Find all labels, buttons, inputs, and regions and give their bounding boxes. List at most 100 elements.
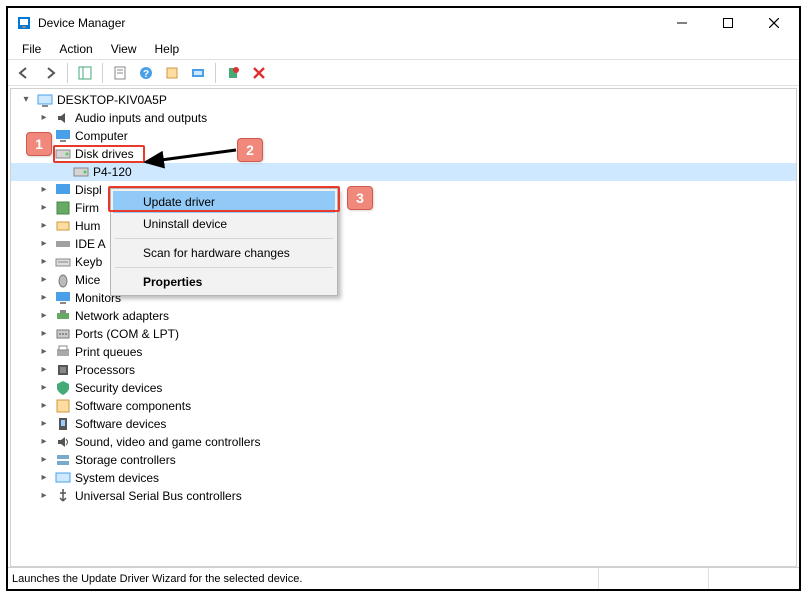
expand-icon[interactable]: ▸ — [37, 309, 51, 323]
tree-item-label: Storage controllers — [75, 451, 176, 469]
tree-root[interactable]: ▾ DESKTOP-KIV0A5P — [11, 91, 796, 109]
context-update-driver[interactable]: Update driver — [113, 191, 335, 213]
context-separator — [115, 238, 333, 239]
expand-icon[interactable]: ▸ — [37, 111, 51, 125]
tree-item-software-components[interactable]: ▸ Software components — [11, 397, 796, 415]
usb-icon — [55, 488, 71, 504]
tree-item-processors[interactable]: ▸ Processors — [11, 361, 796, 379]
status-cell-2 — [599, 568, 709, 589]
tree-item-label: Software components — [75, 397, 191, 415]
tree-item-security[interactable]: ▸ Security devices — [11, 379, 796, 397]
keyboard-icon — [55, 254, 71, 270]
expand-icon[interactable]: ▸ — [37, 489, 51, 503]
tree-item-label: Universal Serial Bus controllers — [75, 487, 242, 505]
expand-icon[interactable]: ▸ — [37, 237, 51, 251]
tree-item-print-queues[interactable]: ▸ Print queues — [11, 343, 796, 361]
menu-view[interactable]: View — [103, 41, 145, 57]
system-icon — [55, 470, 71, 486]
context-scan-hardware[interactable]: Scan for hardware changes — [113, 242, 335, 264]
tree-item-disk-drives[interactable]: ▾ Disk drives — [11, 145, 796, 163]
menu-file[interactable]: File — [14, 41, 49, 57]
expand-icon[interactable]: ▸ — [37, 327, 51, 341]
forward-button[interactable] — [38, 62, 62, 84]
properties-button[interactable] — [108, 62, 132, 84]
sound-icon — [55, 434, 71, 450]
device-manager-window: Device Manager File Action View Help ? ▾ — [6, 6, 801, 591]
minimize-button[interactable] — [659, 8, 705, 38]
tree-item-label: System devices — [75, 469, 159, 487]
toolbar-separator — [102, 63, 103, 83]
status-text: Launches the Update Driver Wizard for th… — [12, 573, 302, 585]
status-cell-3 — [709, 568, 799, 589]
tree-item-label: Mice — [75, 271, 100, 289]
collapse-icon[interactable]: ▾ — [19, 93, 33, 107]
software-device-icon — [55, 416, 71, 432]
device-tree[interactable]: ▾ DESKTOP-KIV0A5P ▸ Audio inputs and out… — [10, 88, 797, 567]
audio-icon — [55, 110, 71, 126]
annotation-label-2: 2 — [237, 138, 263, 162]
tree-item-computer[interactable]: ▸ Computer — [11, 127, 796, 145]
cpu-icon — [55, 362, 71, 378]
menu-help[interactable]: Help — [147, 41, 188, 57]
expand-icon[interactable]: ▸ — [37, 183, 51, 197]
uninstall-device-button[interactable] — [247, 62, 271, 84]
annotation-label-1: 1 — [26, 132, 52, 156]
expand-icon[interactable]: ▸ — [37, 201, 51, 215]
tree-item-label: Sound, video and game controllers — [75, 433, 260, 451]
expand-icon[interactable]: ▸ — [37, 345, 51, 359]
printer-icon — [55, 344, 71, 360]
context-separator — [115, 267, 333, 268]
action-button[interactable] — [160, 62, 184, 84]
context-properties[interactable]: Properties — [113, 271, 335, 293]
maximize-button[interactable] — [705, 8, 751, 38]
tree-item-audio[interactable]: ▸ Audio inputs and outputs — [11, 109, 796, 127]
context-uninstall-device[interactable]: Uninstall device — [113, 213, 335, 235]
toolbar-separator — [215, 63, 216, 83]
network-icon — [55, 308, 71, 324]
svg-text:?: ? — [143, 69, 149, 80]
tree-item-storage[interactable]: ▸ Storage controllers — [11, 451, 796, 469]
tree-item-p4-120[interactable]: ▸ P4-120 — [11, 163, 796, 181]
scan-hardware-button[interactable] — [186, 62, 210, 84]
expand-icon[interactable]: ▸ — [37, 435, 51, 449]
expand-icon[interactable]: ▸ — [37, 399, 51, 413]
tree-item-software-devices[interactable]: ▸ Software devices — [11, 415, 796, 433]
tree-item-label: Disk drives — [75, 145, 134, 163]
expand-icon[interactable]: ▸ — [37, 471, 51, 485]
enable-device-button[interactable] — [221, 62, 245, 84]
tree-item-network[interactable]: ▸ Network adapters — [11, 307, 796, 325]
tree-item-label: Ports (COM & LPT) — [75, 325, 179, 343]
ports-icon — [55, 326, 71, 342]
tree-item-system[interactable]: ▸ System devices — [11, 469, 796, 487]
disk-icon — [55, 146, 71, 162]
tree-item-sound[interactable]: ▸ Sound, video and game controllers — [11, 433, 796, 451]
expand-icon[interactable]: ▸ — [37, 255, 51, 269]
tree-item-ports[interactable]: ▸ Ports (COM & LPT) — [11, 325, 796, 343]
tree-item-label: Displ — [75, 181, 102, 199]
tree-item-label: P4-120 — [93, 163, 132, 181]
toolbar-separator — [67, 63, 68, 83]
expand-icon[interactable]: ▸ — [37, 273, 51, 287]
context-menu: Update driver Uninstall device Scan for … — [110, 188, 338, 296]
expand-icon[interactable]: ▸ — [37, 381, 51, 395]
app-icon — [16, 15, 32, 31]
close-button[interactable] — [751, 8, 797, 38]
menu-action[interactable]: Action — [51, 41, 100, 57]
status-bar: Launches the Update Driver Wizard for th… — [8, 567, 799, 589]
tree-item-label: Processors — [75, 361, 135, 379]
mouse-icon — [55, 272, 71, 288]
monitor-icon — [55, 290, 71, 306]
tree-item-usb[interactable]: ▸ Universal Serial Bus controllers — [11, 487, 796, 505]
computer-icon — [37, 92, 53, 108]
help-button[interactable]: ? — [134, 62, 158, 84]
hid-icon — [55, 218, 71, 234]
show-hide-tree-button[interactable] — [73, 62, 97, 84]
expand-icon[interactable]: ▸ — [37, 417, 51, 431]
expand-icon[interactable]: ▸ — [37, 453, 51, 467]
back-button[interactable] — [12, 62, 36, 84]
expand-icon[interactable]: ▸ — [37, 291, 51, 305]
expand-icon[interactable]: ▸ — [37, 363, 51, 377]
expand-icon[interactable]: ▸ — [37, 219, 51, 233]
tree-item-label: Print queues — [75, 343, 142, 361]
software-icon — [55, 398, 71, 414]
